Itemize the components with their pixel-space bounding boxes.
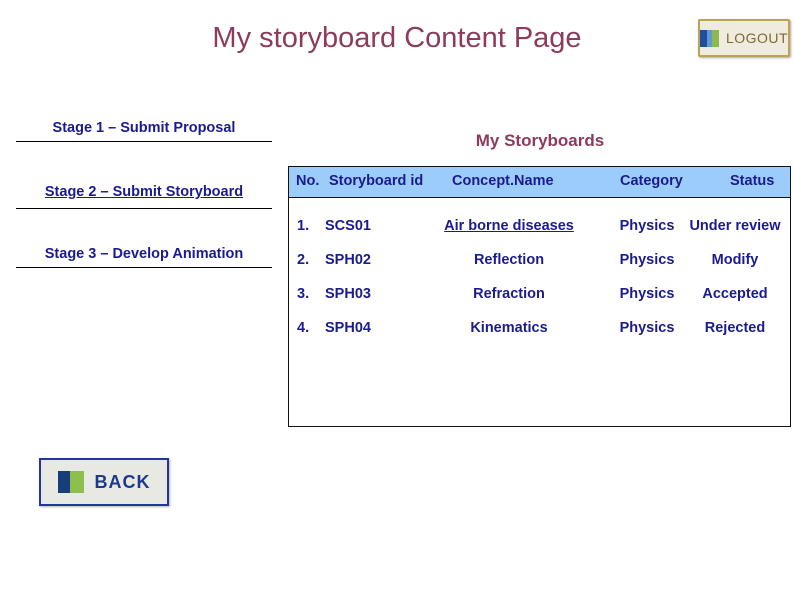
cell-status: Rejected [704,320,766,336]
cell-storyboard-id: SPH03 [325,286,371,302]
stage-3-divider [16,267,272,268]
logout-button[interactable]: LOGOUT [698,19,790,57]
sidebar-item-stage-2-label[interactable]: Stage 2 – Submit Storyboard [16,184,272,203]
cell-no: 2. [297,252,310,268]
cell-concept-name: Kinematics [470,320,548,336]
back-button[interactable]: BACK [39,458,169,506]
storyboards-heading: My Storyboards [475,131,605,150]
cell-concept-name: Refraction [473,286,545,302]
sidebar-item-stage-3-label[interactable]: Stage 3 – Develop Animation [16,246,272,265]
table-row: 1. SCS01 Air borne diseases Physics Under re… [289,218,792,252]
storyboards-table: No. Storyboard id Concept.Name Category … [288,166,791,427]
cell-no: 1. [297,218,310,234]
two-bar-logo-icon [57,471,84,493]
cell-status: Modify [711,252,759,268]
cell-concept-name-link[interactable]: Air borne diseases [419,218,599,234]
column-header-storyboard-id: Storyboard id [329,173,424,189]
cell-status: Under review [689,218,781,234]
table-header-row: No. Storyboard id Concept.Name Category … [289,167,790,198]
stage-1-divider [16,141,272,142]
cell-status: Accepted [702,286,768,302]
cell-concept-name: Reflection [473,252,545,268]
table-row: 2. SPH02 Reflection Physics Modify [289,252,792,286]
three-bar-logo-icon [699,29,719,47]
cell-storyboard-id: SPH04 [325,320,371,336]
column-header-no: No. [296,173,320,189]
sidebar-item-stage-1[interactable]: Stage 1 – Submit Proposal [16,120,272,142]
cell-no: 3. [297,286,310,302]
back-button-label: BACK [94,471,151,492]
cell-storyboard-id: SPH02 [325,252,371,268]
page-title: My storyboard Content Page [212,22,582,54]
sidebar-item-stage-2[interactable]: Stage 2 – Submit Storyboard [16,184,272,209]
logout-button-label: LOGOUT [725,30,789,46]
table-row: 4. SPH04 Kinematics Physics Rejected [289,320,792,354]
stage-2-divider [16,208,272,209]
column-header-status: Status [730,173,775,189]
table-row: 3. SPH03 Refraction Physics Accepted [289,286,792,320]
sidebar-item-stage-3[interactable]: Stage 3 – Develop Animation [16,246,272,268]
cell-no: 4. [297,320,310,336]
column-header-concept-name: Concept.Name [452,173,554,189]
column-header-category: Category [620,173,683,189]
cell-storyboard-id: SCS01 [325,218,371,234]
sidebar-item-stage-1-label[interactable]: Stage 1 – Submit Proposal [16,120,272,139]
